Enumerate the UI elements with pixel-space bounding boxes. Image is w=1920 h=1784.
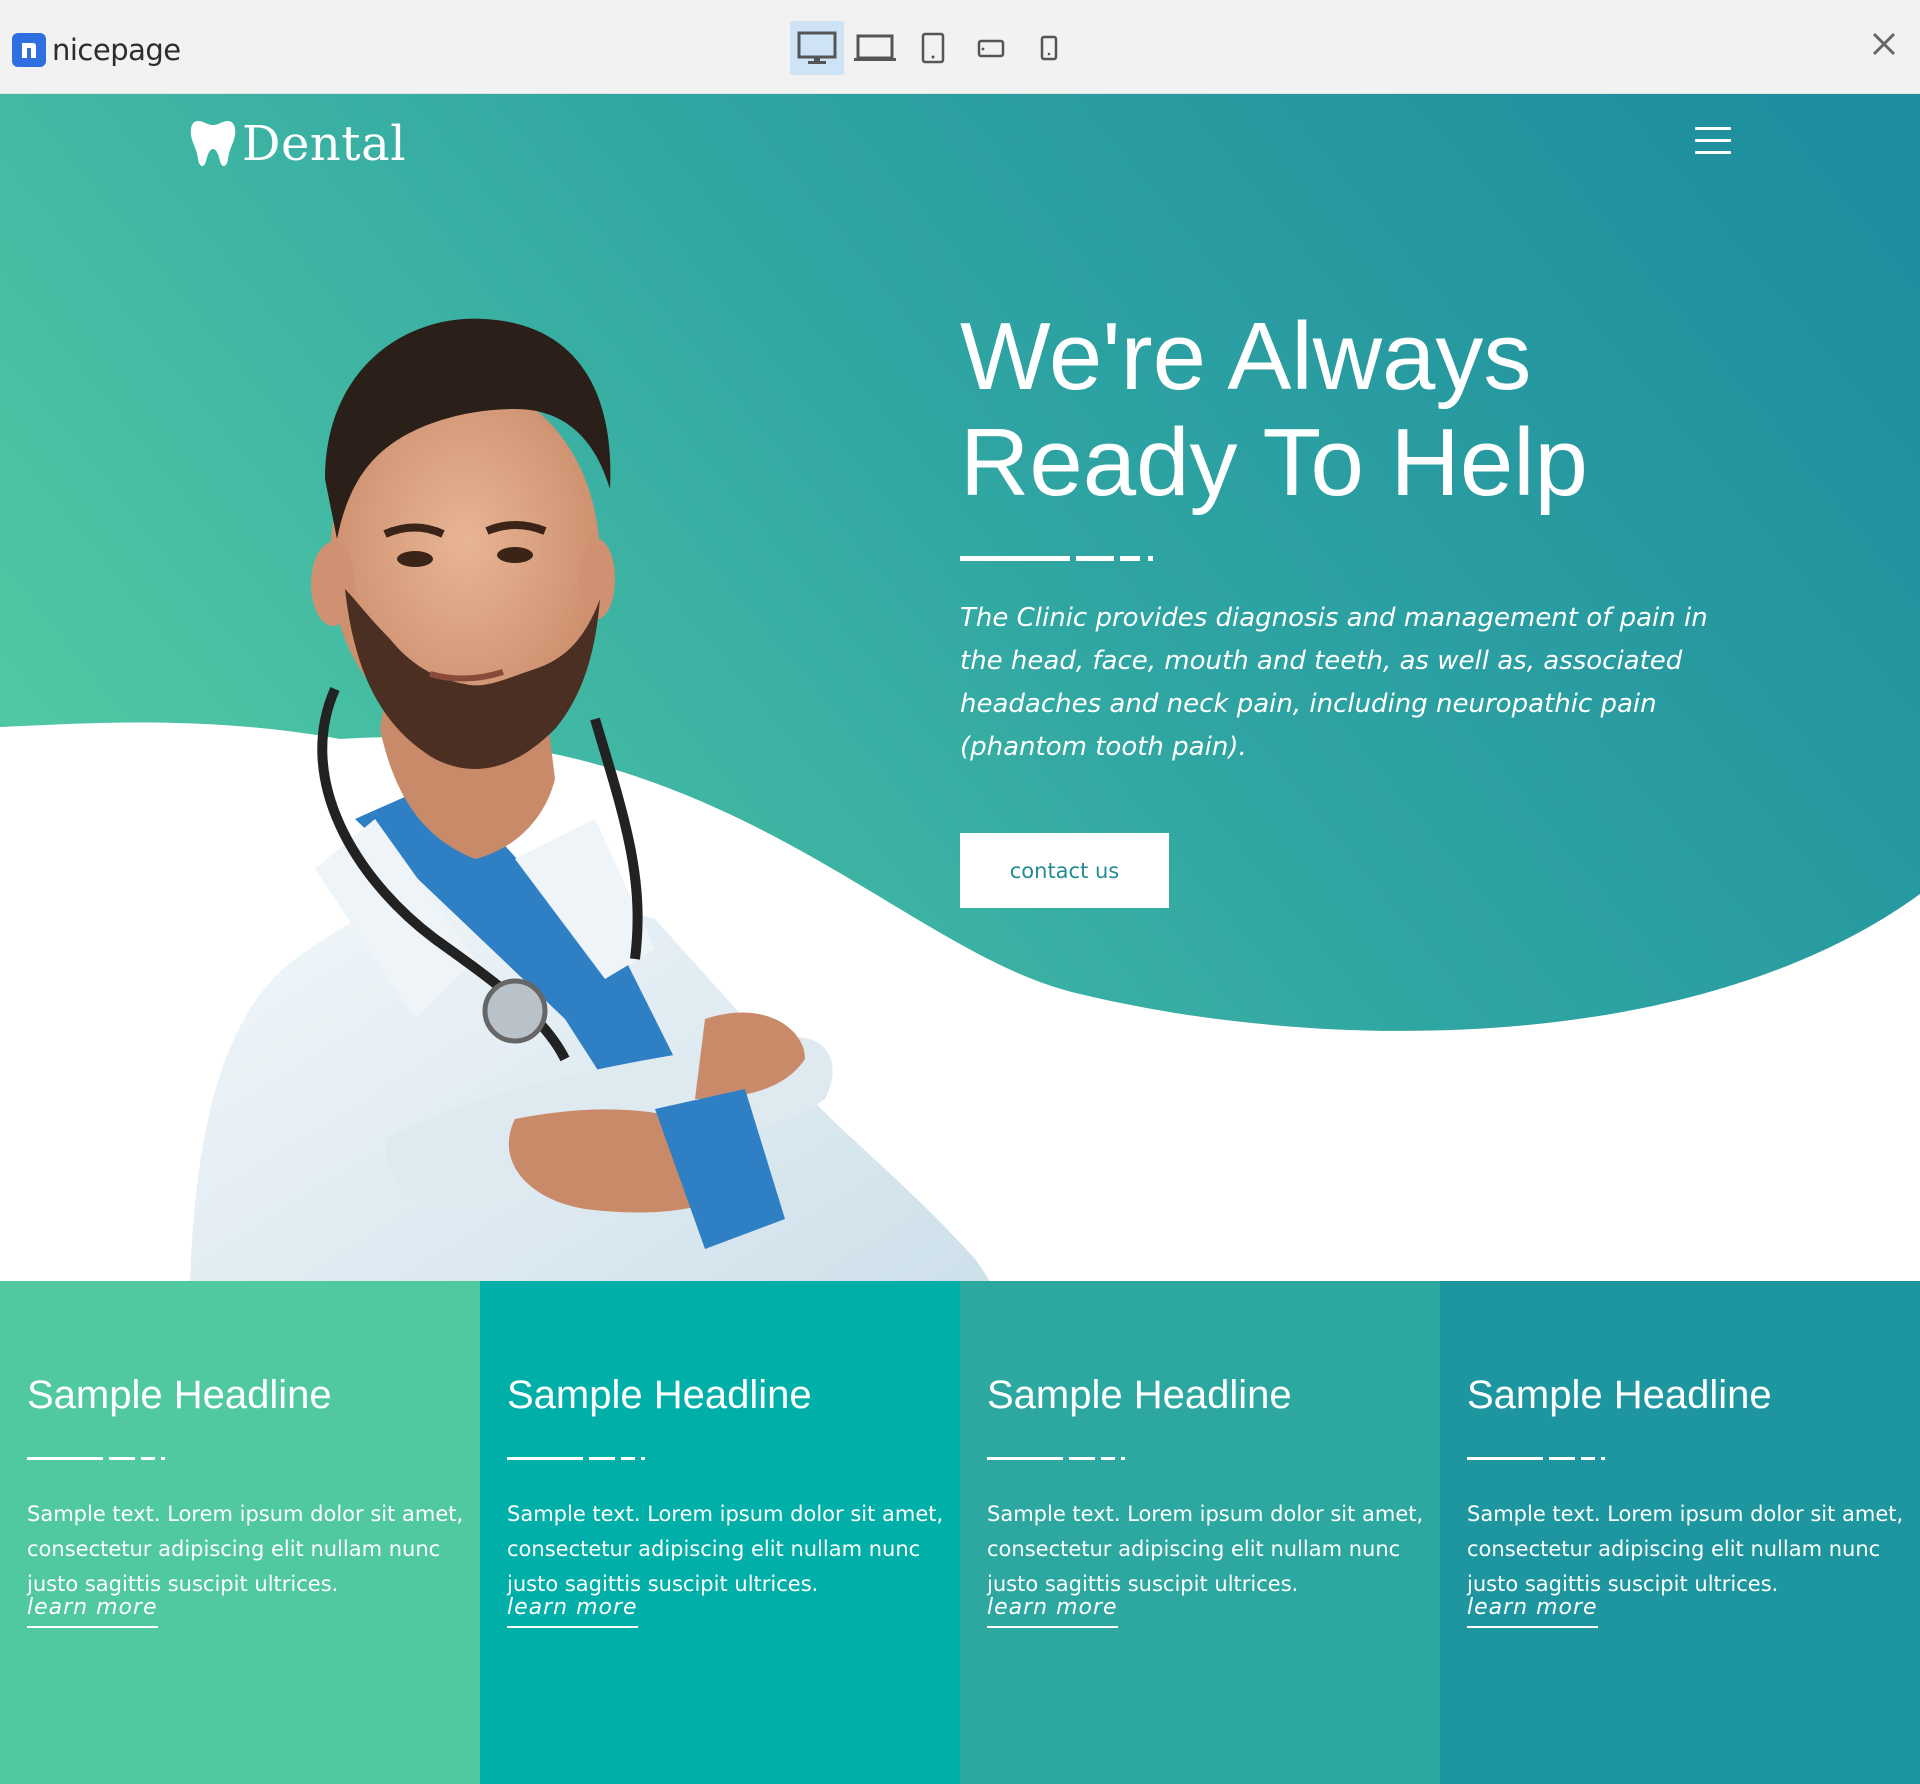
tooth-icon	[190, 121, 236, 167]
nicepage-brand-name: nicepage	[52, 33, 181, 67]
laptop-view-button[interactable]	[848, 21, 902, 75]
phone-portrait-icon	[1040, 35, 1058, 61]
feature-columns: Sample Headline Sample text. Lorem ipsum…	[0, 1281, 1920, 1784]
hero-description: The Clinic provides diagnosis and manage…	[960, 603, 1708, 762]
feature-text: Sample text. Lorem ipsum dolor sit amet,…	[1467, 1502, 1904, 1596]
feature-headline: Sample Headline	[27, 1373, 332, 1417]
learn-more-link[interactable]: learn more	[27, 1595, 158, 1628]
menu-bar	[1695, 151, 1731, 154]
hamburger-menu-icon[interactable]	[1695, 127, 1731, 157]
laptop-icon	[854, 34, 896, 61]
phone-portrait-view-button[interactable]	[1022, 21, 1076, 75]
feature-card: Sample Headline Sample text. Lorem ipsum…	[0, 1281, 480, 1784]
feature-headline: Sample Headline	[507, 1373, 812, 1417]
feature-card: Sample Headline Sample text. Lorem ipsum…	[960, 1281, 1440, 1784]
hero-title: We're Always Ready To Help	[960, 304, 1720, 516]
tablet-view-button[interactable]	[906, 21, 960, 75]
doctor-photo	[189, 318, 1016, 1374]
site-logo[interactable]: Dental	[190, 116, 406, 172]
learn-more-link[interactable]: learn more	[1467, 1595, 1598, 1628]
desktop-view-button[interactable]	[790, 21, 844, 75]
learn-more-link[interactable]: learn more	[987, 1595, 1118, 1628]
tablet-icon	[921, 32, 945, 64]
desktop-icon	[797, 31, 837, 64]
feature-divider	[1467, 1457, 1605, 1460]
close-preview-button[interactable]	[1866, 26, 1902, 62]
builder-toolbar: nicepage	[0, 0, 1920, 94]
feature-card: Sample Headline Sample text. Lorem ipsum…	[1440, 1281, 1920, 1784]
feature-text: Sample text. Lorem ipsum dolor sit amet,…	[27, 1502, 464, 1596]
feature-divider	[507, 1457, 645, 1460]
contact-us-button[interactable]: contact us	[960, 833, 1169, 908]
feature-headline: Sample Headline	[1467, 1373, 1772, 1417]
page-preview-canvas: Dental We're Always Ready To Help The Cl…	[0, 94, 1920, 1784]
menu-bar	[1695, 139, 1731, 142]
device-preview-switcher	[790, 21, 1076, 75]
menu-bar	[1695, 127, 1731, 130]
feature-headline: Sample Headline	[987, 1373, 1292, 1417]
phone-landscape-view-button[interactable]	[964, 21, 1018, 75]
hero-divider	[960, 556, 1153, 561]
feature-card: Sample Headline Sample text. Lorem ipsum…	[480, 1281, 960, 1784]
hero-title-line-2: Ready To Help	[960, 409, 1588, 516]
nicepage-logo: nicepage	[12, 32, 181, 68]
learn-more-link[interactable]: learn more	[507, 1595, 638, 1628]
feature-divider	[27, 1457, 165, 1460]
site-logo-text: Dental	[242, 116, 407, 172]
feature-text: Sample text. Lorem ipsum dolor sit amet,…	[987, 1502, 1424, 1596]
feature-divider	[987, 1457, 1125, 1460]
nicepage-logo-mark-icon	[12, 33, 46, 67]
feature-text: Sample text. Lorem ipsum dolor sit amet,…	[507, 1502, 944, 1596]
hero-title-line-1: We're Always	[960, 303, 1532, 410]
close-icon	[1872, 32, 1896, 56]
phone-landscape-icon	[977, 39, 1005, 58]
